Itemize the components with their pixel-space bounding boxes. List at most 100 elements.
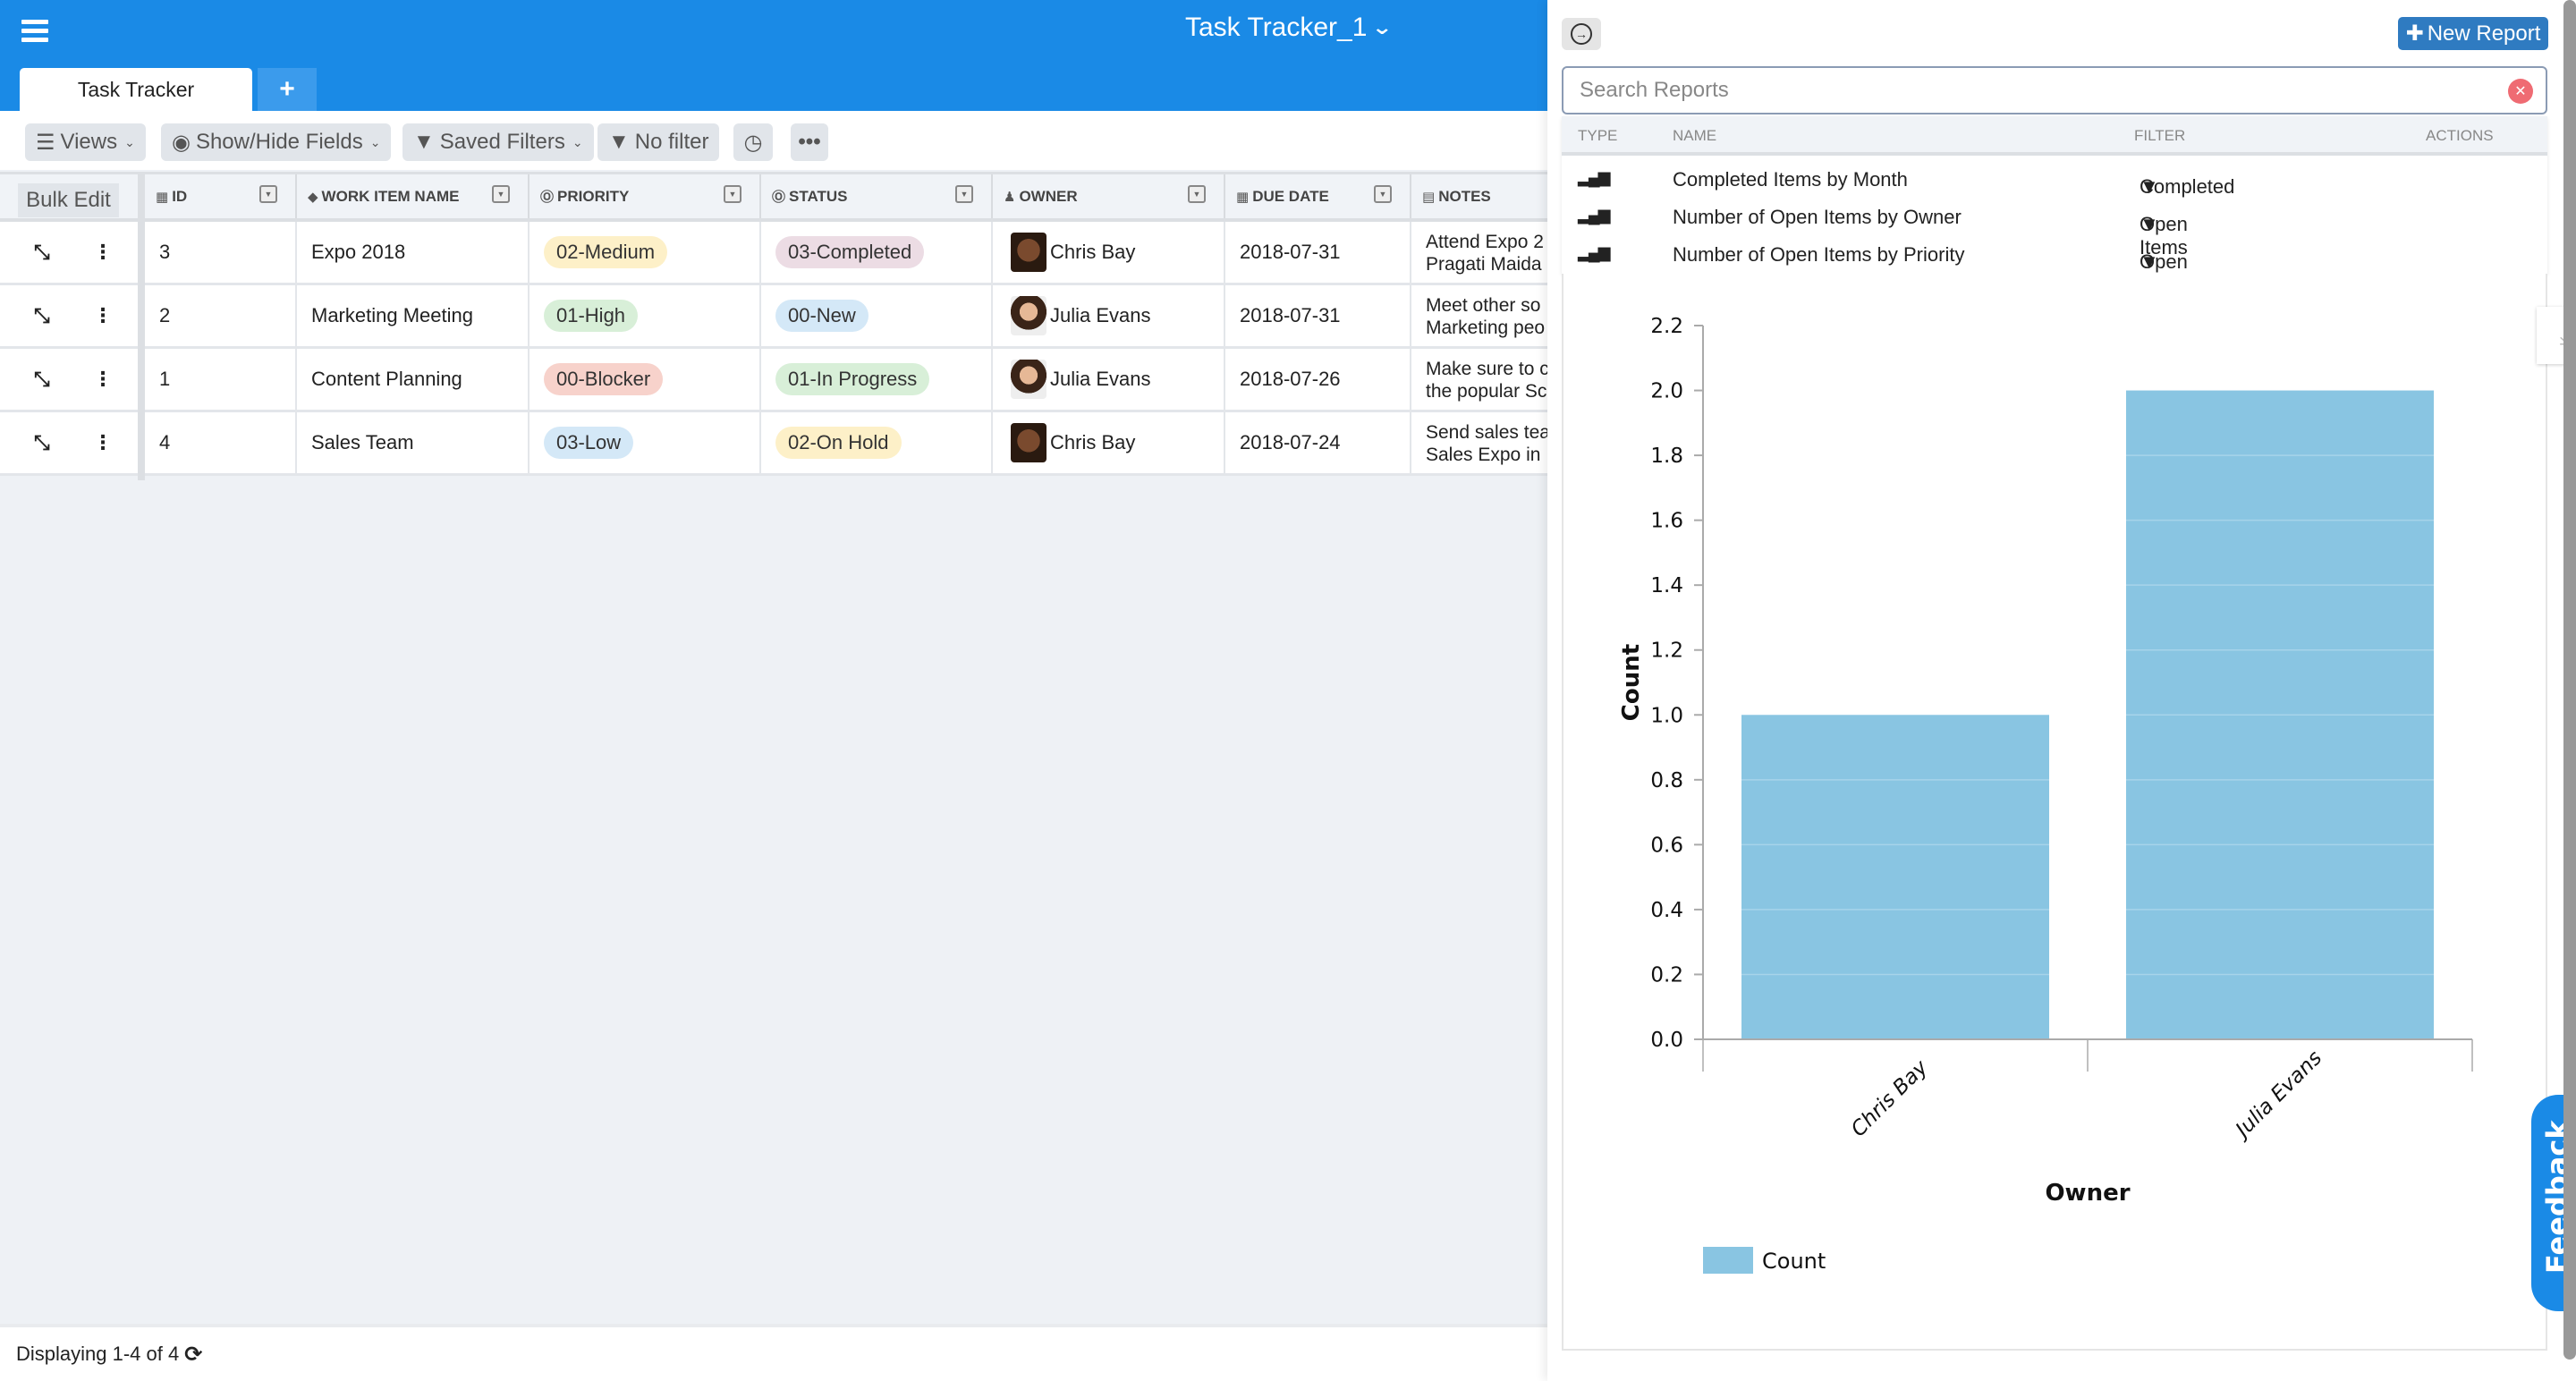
show-hide-fields-button[interactable]: ◉ Show/Hide Fields ⌄ <box>161 123 392 161</box>
cell-id[interactable]: 4 <box>145 412 297 473</box>
column-filter-dropdown[interactable]: ▼ <box>492 185 510 203</box>
chevron-down-icon: ⌄ <box>369 134 381 149</box>
cell-owner[interactable]: Chris Bay <box>993 412 1225 473</box>
cell-work-item-name[interactable]: Expo 2018 <box>297 222 530 283</box>
bulk-edit-button[interactable]: Bulk Edit <box>18 183 119 217</box>
column-filter-dropdown[interactable]: ▼ <box>1374 185 1392 203</box>
cell-status[interactable]: 02-On Hold <box>761 412 993 473</box>
row-menu-icon[interactable]: ⋮ <box>93 412 113 473</box>
table-row[interactable]: ⤡ ⋮ 3 Expo 2018 02-Medium 03-Completed Chris B… <box>0 222 1547 285</box>
column-header-due-date[interactable]: ▦ DUE DATE ▼ <box>1225 174 1411 218</box>
chevron-down-icon: ⌄ <box>124 134 135 149</box>
eye-icon: ◉ <box>172 130 191 155</box>
cell-priority[interactable]: 01-High <box>530 285 761 346</box>
row-menu-icon[interactable]: ⋮ <box>93 285 113 346</box>
cell-work-item-name[interactable]: Marketing Meeting <box>297 285 530 346</box>
cell-owner[interactable]: Julia Evans <box>993 349 1225 410</box>
clear-search-icon[interactable]: ✕ <box>2508 79 2533 104</box>
table-row[interactable]: ⤡ ⋮ 1 Content Planning 00-Blocker 01-In Progr… <box>0 349 1549 412</box>
cell-id[interactable]: 1 <box>145 349 297 410</box>
y-tick-label: 0.6 <box>1650 834 1683 857</box>
column-header-status[interactable]: Ⓞ STATUS ▼ <box>761 174 993 218</box>
row-menu-icon[interactable]: ⋮ <box>93 222 113 283</box>
column-filter-dropdown[interactable]: ▼ <box>1188 185 1206 203</box>
tab-task-tracker[interactable]: Task Tracker <box>20 68 252 111</box>
cell-id[interactable]: 2 <box>145 285 297 346</box>
report-row[interactable]: ▂▄▆ Number of Open Items by Priority ▼ Ope… <box>1562 236 2547 296</box>
cell-work-item-name[interactable]: Content Planning <box>297 349 530 410</box>
column-header-work-item-name[interactable]: ◆ WORK ITEM NAME ▼ <box>297 174 530 218</box>
saved-filters-button[interactable]: ▼ Saved Filters ⌄ <box>402 123 594 161</box>
row-menu-icon[interactable]: ⋮ <box>93 349 113 410</box>
column-header-filter: FILTER <box>2134 127 2186 144</box>
table-row[interactable]: ⤡ ⋮ 2 Marketing Meeting 01-High 00-New Julia E… <box>0 285 1547 349</box>
search-reports-input[interactable] <box>1580 78 2474 103</box>
report-row[interactable]: ▂▄▆ Completed Items by Month ▼ Completed <box>1562 161 2547 199</box>
new-report-button[interactable]: ✚ New Report <box>2398 17 2548 50</box>
collapse-panel-button[interactable]: → <box>1562 18 1601 50</box>
history-button[interactable]: ◷ <box>733 123 773 161</box>
cell-notes[interactable]: Make sure to c the popular Sc <box>1411 349 1555 410</box>
column-header-priority[interactable]: Ⓞ PRIORITY ▼ <box>530 174 761 218</box>
add-tab-button[interactable]: + <box>258 68 317 111</box>
column-header-id[interactable]: ▦ ID ▼ <box>145 174 297 218</box>
cell-status[interactable]: 00-New <box>761 285 993 346</box>
avatar <box>1011 360 1046 399</box>
notes-line: Make sure to c <box>1426 359 1549 379</box>
cell-owner[interactable]: Julia Evans <box>993 285 1225 346</box>
notes-text: Attend Expo 2 Pragati Maida <box>1426 222 1544 275</box>
work-item-name: Sales Team <box>311 431 414 453</box>
views-button[interactable]: ☰ Views ⌄ <box>25 123 146 161</box>
cell-priority[interactable]: 00-Blocker <box>530 349 761 410</box>
cell-due-date[interactable]: 2018-07-31 <box>1225 285 1411 346</box>
report-name: Completed Items by Month <box>1673 168 1908 191</box>
y-axis-label: Count <box>1618 644 1645 721</box>
task-tracker-app: Task Tracker_1 ⌄ Task Tracker + ☰ Views … <box>0 0 1551 1381</box>
hamburger-icon[interactable] <box>21 20 48 43</box>
panel-scrollbar[interactable] <box>2563 0 2576 1360</box>
cell-due-date[interactable]: 2018-07-31 <box>1225 222 1411 283</box>
no-filter-label: No filter <box>634 130 709 154</box>
column-header-actions: ACTIONS <box>2426 127 2494 144</box>
y-tick-label: 1.0 <box>1650 704 1683 727</box>
column-filter-dropdown[interactable]: ▼ <box>724 185 741 203</box>
column-filter-dropdown[interactable]: ▼ <box>259 185 277 203</box>
app-title-dropdown[interactable]: Task Tracker_1 ⌄ <box>1185 13 1394 43</box>
cell-notes[interactable]: Send sales tea Sales Expo in I <box>1411 412 1555 473</box>
due-date: 2018-07-31 <box>1240 241 1341 263</box>
owner-name: Chris Bay <box>1050 241 1136 263</box>
refresh-icon[interactable]: ⟳ <box>184 1342 202 1368</box>
cell-notes[interactable]: Meet other so Marketing peo <box>1411 285 1555 346</box>
cell-id[interactable]: 3 <box>145 222 297 283</box>
no-filter-button[interactable]: ▼ No filter <box>597 123 720 161</box>
cell-due-date[interactable]: 2018-07-26 <box>1225 349 1411 410</box>
cell-owner[interactable]: Chris Bay <box>993 222 1225 283</box>
cell-priority[interactable]: 03-Low <box>530 412 761 473</box>
column-label: DUE DATE <box>1252 187 1329 205</box>
ellipsis-icon: ••• <box>798 130 821 154</box>
expand-row-icon[interactable]: ⤡ <box>34 285 50 346</box>
column-header-owner[interactable]: ♟ OWNER ▼ <box>993 174 1225 218</box>
expand-row-icon[interactable]: ⤡ <box>34 222 50 283</box>
legend-label: Count <box>1762 1249 1826 1274</box>
legend-swatch <box>1703 1247 1753 1274</box>
report-name: Number of Open Items by Priority <box>1673 243 1965 266</box>
user-icon: ♟ <box>1004 189 1016 205</box>
chevron-down-icon: ⌄ <box>572 134 583 149</box>
cell-status[interactable]: 01-In Progress <box>761 349 993 410</box>
report-row[interactable]: ▂▄▆ Number of Open Items by Owner ▼ Open I… <box>1562 199 2547 258</box>
cell-work-item-name[interactable]: Sales Team <box>297 412 530 473</box>
reports-table-header: TYPE NAME FILTER ACTIONS <box>1562 116 2547 156</box>
column-filter-dropdown[interactable]: ▼ <box>955 185 973 203</box>
cell-due-date[interactable]: 2018-07-24 <box>1225 412 1411 473</box>
cell-notes[interactable]: Attend Expo 2 Pragati Maida <box>1411 222 1555 283</box>
cell-priority[interactable]: 02-Medium <box>530 222 761 283</box>
table-row[interactable]: ⤡ ⋮ 4 Sales Team 03-Low 02-On Hold Chris Bay 20… <box>0 412 1551 476</box>
cell-status[interactable]: 03-Completed <box>761 222 993 283</box>
column-header-notes[interactable]: ▤ NOTES <box>1411 174 1555 218</box>
more-options-button[interactable]: ••• <box>791 123 828 161</box>
expand-row-icon[interactable]: ⤡ <box>34 349 50 410</box>
expand-row-icon[interactable]: ⤡ <box>34 412 50 473</box>
y-tick-label: 2.0 <box>1650 380 1683 403</box>
y-tick-label: 0.4 <box>1650 899 1683 922</box>
